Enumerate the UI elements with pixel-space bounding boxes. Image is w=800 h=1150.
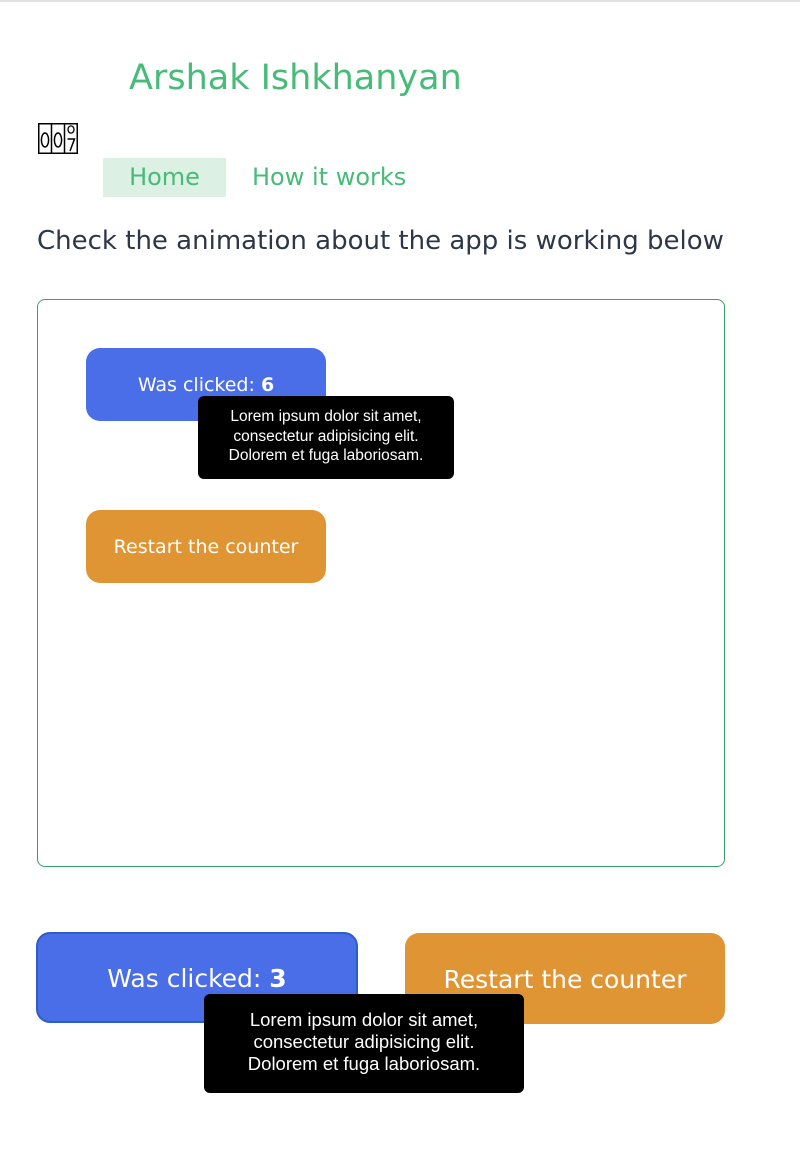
counter-label: Was clicked: [107, 964, 270, 993]
top-divider [0, 0, 800, 2]
nav-home[interactable]: Home [103, 158, 226, 197]
demo-tooltip-line: Dolorem et fuga laboriosam. [228, 447, 424, 464]
demo-counter-value: 6 [260, 374, 275, 396]
counter-logo-icon [38, 123, 78, 154]
demo-tooltip: Lorem ipsum dolor sit amet, consectetur … [198, 396, 454, 479]
counter-tooltip-line: Dolorem et fuga laboriosam. [247, 1053, 481, 1074]
nav-how-it-works[interactable]: How it works [252, 158, 406, 197]
demo-tooltip-line: Lorem ipsum dolor sit amet, [230, 408, 422, 425]
demo-counter-label: Was clicked: [137, 374, 261, 396]
counter-tooltip-line: Lorem ipsum dolor sit amet, [249, 1009, 479, 1030]
counter-value: 3 [269, 964, 287, 993]
intro-text: Check the animation about the app is wor… [37, 226, 724, 256]
counter-tooltip-line: consectetur adipisicing elit. [253, 1031, 475, 1052]
demo-tooltip-line: consectetur adipisicing elit. [233, 427, 419, 445]
counter-tooltip: Lorem ipsum dolor sit amet, consectetur … [204, 994, 524, 1093]
demo-restart-button[interactable]: Restart the counter [86, 510, 326, 583]
site-title: Arshak Ishkhanyan [129, 58, 462, 98]
